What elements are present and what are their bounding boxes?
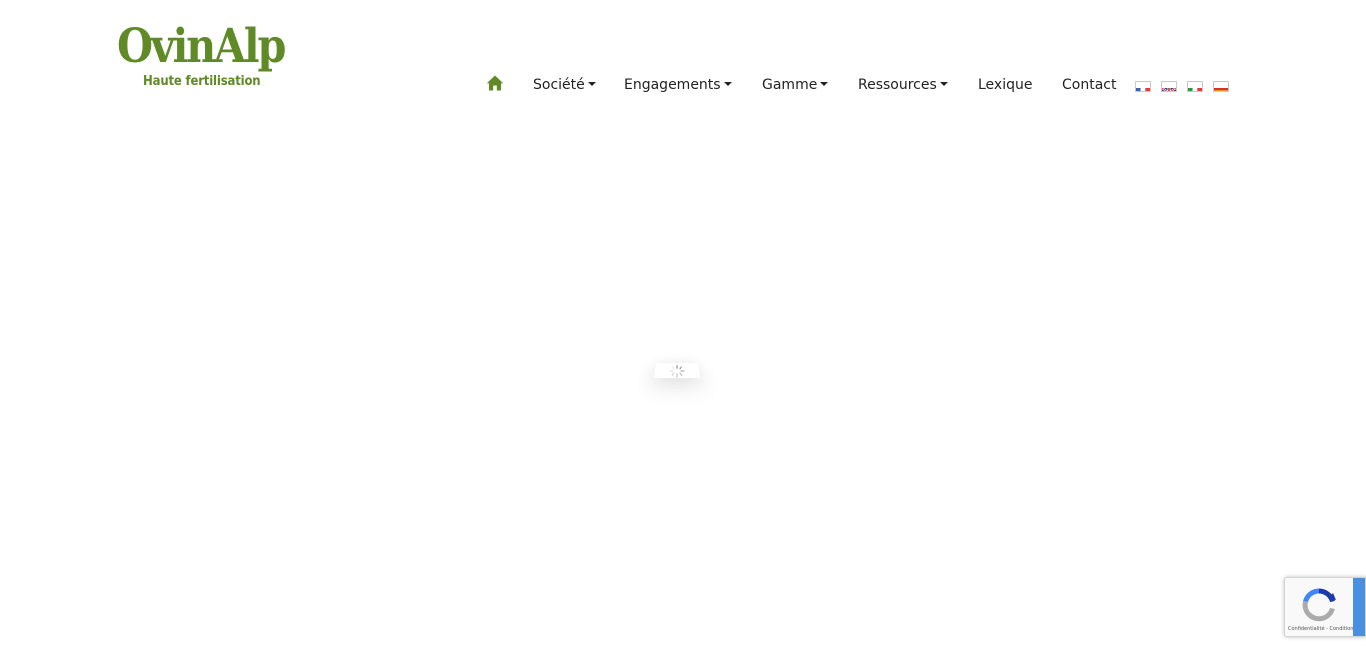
chevron-down-icon bbox=[723, 82, 732, 86]
nav-gamme-label: Gamme bbox=[762, 77, 818, 93]
flag-spain-icon[interactable] bbox=[1213, 81, 1229, 92]
nav-ressources-label: Ressources bbox=[858, 77, 937, 93]
recaptcha-tab bbox=[1353, 578, 1365, 636]
nav-ressources[interactable]: Ressources bbox=[858, 74, 948, 96]
flag-italy-icon[interactable] bbox=[1187, 81, 1203, 92]
chevron-down-icon bbox=[939, 82, 948, 86]
nav-engagements[interactable]: Engagements bbox=[624, 74, 732, 96]
logo-name: OvinAlp bbox=[117, 19, 286, 74]
logo-tagline: Haute fertilisation bbox=[143, 74, 261, 89]
recaptcha-legal-links[interactable]: Confidentialité - Conditions bbox=[1288, 626, 1356, 632]
flag-france-icon[interactable] bbox=[1135, 81, 1151, 92]
recaptcha-badge[interactable]: Confidentialité - Conditions bbox=[1284, 577, 1366, 637]
nav-contact[interactable]: Contact bbox=[1062, 74, 1116, 96]
nav-societe[interactable]: Société bbox=[533, 74, 596, 96]
recaptcha-icon bbox=[1299, 585, 1339, 629]
nav-engagements-label: Engagements bbox=[624, 77, 721, 93]
flag-uk-icon[interactable] bbox=[1161, 81, 1177, 92]
page-loader bbox=[653, 363, 701, 378]
chevron-down-icon bbox=[587, 82, 596, 86]
home-icon[interactable] bbox=[486, 74, 504, 94]
nav-lexique-label: Lexique bbox=[978, 77, 1033, 93]
nav-gamme[interactable]: Gamme bbox=[762, 74, 829, 96]
nav-contact-label: Contact bbox=[1062, 77, 1117, 93]
chevron-down-icon bbox=[820, 82, 829, 86]
loading-spinner-icon bbox=[667, 364, 687, 383]
nav-societe-label: Société bbox=[533, 77, 585, 93]
nav-lexique[interactable]: Lexique bbox=[978, 74, 1032, 96]
site-logo[interactable]: OvinAlp Haute fertilisation bbox=[117, 19, 301, 94]
